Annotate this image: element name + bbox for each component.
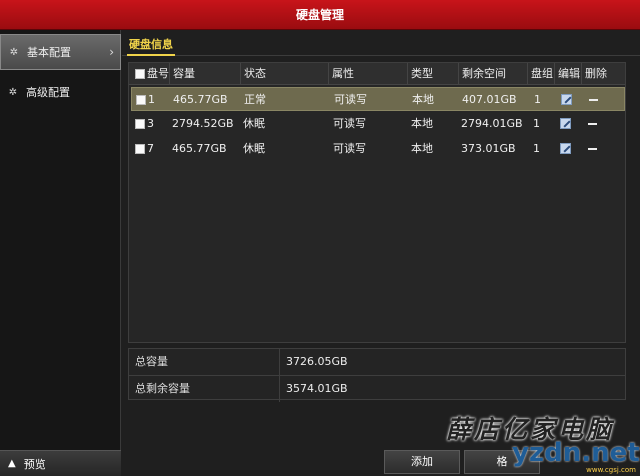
cell-disk-no: 1 bbox=[148, 93, 155, 106]
cell-type: 本地 bbox=[411, 117, 433, 130]
total-capacity-label: 总容量 bbox=[135, 355, 168, 368]
row-checkbox[interactable] bbox=[135, 144, 145, 154]
tab-bar: 硬盘信息 bbox=[122, 34, 640, 56]
column-header-edit: 编辑 bbox=[554, 63, 580, 85]
disk-table: 盘号 容量 状态 属性 类型 剩余空间 盘组 编辑 删除 1 465.77GB … bbox=[128, 62, 626, 343]
watermark-small-text: www.cgsj.com bbox=[586, 466, 636, 474]
sidebar: ✲ 基本配置 › ✲ 高级配置 ▲ 预览 bbox=[0, 30, 121, 476]
cell-capacity: 465.77GB bbox=[173, 93, 228, 106]
table-header: 盘号 容量 状态 属性 类型 剩余空间 盘组 编辑 删除 bbox=[129, 63, 625, 85]
cell-free-space: 2794.01GB bbox=[461, 117, 523, 130]
cell-attribute: 可读写 bbox=[334, 93, 367, 106]
gear-icon: ✲ bbox=[9, 46, 19, 58]
preview-button[interactable]: ▲ 预览 bbox=[0, 450, 121, 476]
sidebar-item-basic-config[interactable]: ✲ 基本配置 › bbox=[0, 34, 121, 70]
cell-disk-no: 7 bbox=[147, 142, 154, 155]
add-button[interactable]: 添加 bbox=[384, 450, 460, 474]
column-header-delete: 删除 bbox=[581, 63, 607, 85]
cell-group: 1 bbox=[533, 117, 540, 130]
cell-group: 1 bbox=[534, 93, 541, 106]
cell-attribute: 可读写 bbox=[333, 142, 366, 155]
format-button[interactable]: 格 bbox=[464, 450, 540, 474]
cell-capacity: 465.77GB bbox=[172, 142, 227, 155]
row-checkbox[interactable] bbox=[135, 119, 145, 129]
chevron-right-icon: › bbox=[109, 45, 114, 59]
column-header-disk-no: 盘号 bbox=[147, 67, 169, 80]
cell-free-space: 373.01GB bbox=[461, 142, 516, 155]
summary-row-total: 总容量 3726.05GB bbox=[129, 349, 625, 375]
total-free-label: 总剩余容量 bbox=[135, 382, 190, 395]
row-checkbox[interactable] bbox=[136, 95, 146, 105]
sidebar-item-advanced-config[interactable]: ✲ 高级配置 bbox=[0, 74, 121, 110]
cell-capacity: 2794.52GB bbox=[172, 117, 234, 130]
home-icon: ▲ bbox=[8, 458, 16, 469]
cell-free-space: 407.01GB bbox=[462, 93, 517, 106]
column-header-free-space: 剩余空间 bbox=[458, 63, 506, 85]
delete-icon[interactable] bbox=[589, 99, 598, 101]
title-bar: 硬盘管理 bbox=[0, 0, 640, 30]
cell-attribute: 可读写 bbox=[333, 117, 366, 130]
capacity-summary: 总容量 3726.05GB 总剩余容量 3574.01GB bbox=[128, 348, 626, 402]
table-row[interactable]: 7 465.77GB 休眠 可读写 本地 373.01GB 1 bbox=[131, 137, 625, 161]
column-header-capacity: 容量 bbox=[169, 63, 195, 85]
cell-status: 休眠 bbox=[243, 117, 265, 130]
summary-row-free: 总剩余容量 3574.01GB bbox=[129, 375, 625, 402]
delete-icon[interactable] bbox=[588, 123, 597, 125]
window-title: 硬盘管理 bbox=[295, 8, 344, 22]
column-header-status: 状态 bbox=[240, 63, 266, 85]
sidebar-item-label: 基本配置 bbox=[27, 46, 71, 59]
tab-disk-info[interactable]: 硬盘信息 bbox=[127, 36, 175, 56]
cell-type: 本地 bbox=[412, 93, 434, 106]
gear-icon: ✲ bbox=[8, 86, 18, 98]
watermark-text: 薛店亿家电脑 bbox=[446, 415, 615, 444]
column-header-group: 盘组 bbox=[527, 63, 553, 85]
cell-status: 正常 bbox=[244, 93, 266, 106]
edit-icon[interactable] bbox=[560, 118, 571, 129]
edit-icon[interactable] bbox=[561, 94, 572, 105]
total-free-value: 3574.01GB bbox=[279, 376, 348, 402]
cell-disk-no: 3 bbox=[147, 117, 154, 130]
sidebar-item-label: 高级配置 bbox=[26, 86, 70, 99]
preview-label: 预览 bbox=[23, 457, 46, 471]
edit-icon[interactable] bbox=[560, 143, 571, 154]
cell-group: 1 bbox=[533, 142, 540, 155]
cell-status: 休眠 bbox=[243, 142, 265, 155]
table-row[interactable]: 3 2794.52GB 休眠 可读写 本地 2794.01GB 1 bbox=[131, 112, 625, 136]
delete-icon[interactable] bbox=[588, 148, 597, 150]
column-header-attribute: 属性 bbox=[328, 63, 354, 85]
column-header-type: 类型 bbox=[407, 63, 433, 85]
table-row[interactable]: 1 465.77GB 正常 可读写 本地 407.01GB 1 bbox=[131, 87, 625, 111]
cell-type: 本地 bbox=[411, 142, 433, 155]
total-capacity-value: 3726.05GB bbox=[279, 349, 348, 375]
